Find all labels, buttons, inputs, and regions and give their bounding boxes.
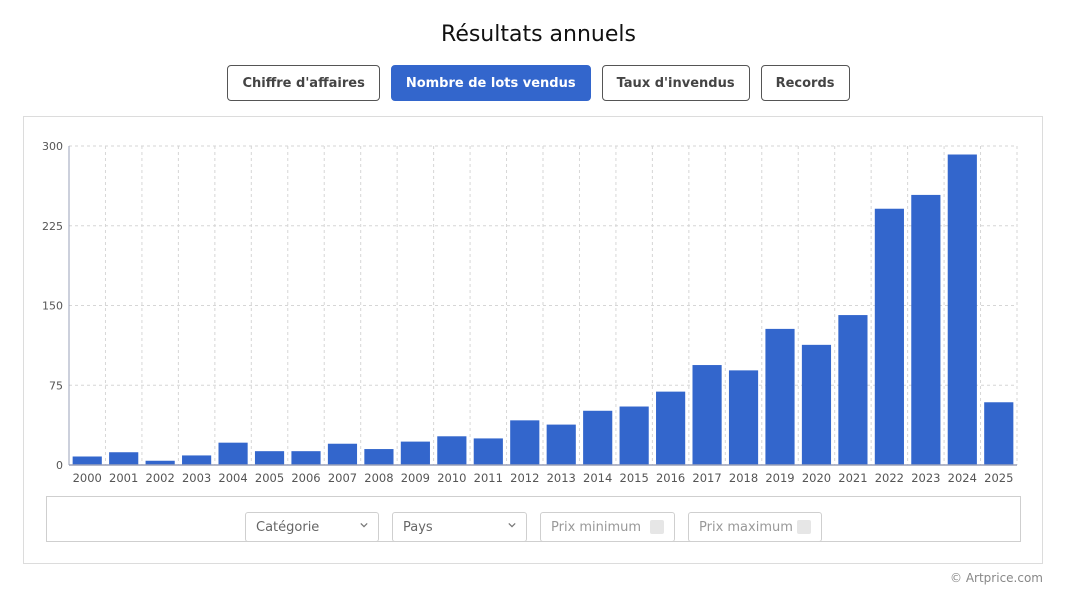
stepper-icon[interactable] [797,520,811,534]
bar [182,455,212,465]
chevron-down-icon [508,522,516,528]
bar [984,402,1014,465]
x-tick-label: 2014 [583,471,612,485]
x-tick-label: 2022 [875,471,904,485]
tab-lots-sold[interactable]: Nombre de lots vendus [390,65,591,101]
bar [546,424,576,465]
x-tick-label: 2004 [218,471,247,485]
bar [692,365,722,465]
bar [510,420,540,465]
bar [838,315,868,465]
bar [728,370,759,465]
bar [801,344,832,465]
bar [473,438,503,465]
copyright-text: © Artprice.com [950,571,1043,585]
category-select-label: Catégorie [256,519,320,535]
x-tick-label: 2000 [73,471,102,485]
max-price-input[interactable]: Prix maximum [688,512,822,542]
chevron-down-icon [360,522,368,528]
bar [437,436,467,465]
category-select[interactable]: Catégorie [245,512,379,542]
bar [947,154,977,466]
bar [583,410,613,465]
min-price-input[interactable]: Prix minimum [540,512,675,542]
y-tick-label: 0 [56,459,63,472]
x-tick-label: 2020 [802,471,831,485]
x-tick-label: 2016 [656,471,685,485]
tab-turnover[interactable]: Chiffre d'affaires [227,65,380,101]
x-tick-label: 2005 [255,471,284,485]
tab-bar: Chiffre d'affaires Nombre de lots vendus… [0,65,1077,101]
x-tick-label: 2007 [328,471,357,485]
x-tick-label: 2019 [765,471,794,485]
x-tick-label: 2002 [146,471,175,485]
bar [291,451,321,465]
max-price-placeholder: Prix maximum [699,519,793,535]
bar [218,442,248,465]
x-tick-label: 2003 [182,471,211,485]
y-tick-label: 225 [42,220,63,233]
x-tick-label: 2017 [692,471,721,485]
min-price-placeholder: Prix minimum [551,519,642,535]
x-tick-label: 2008 [364,471,393,485]
bar [254,451,285,465]
tab-unsold-rate[interactable]: Taux d'invendus [601,65,750,101]
y-tick-label: 150 [42,300,63,313]
x-tick-label: 2024 [948,471,977,485]
bar [72,456,102,465]
bar [109,452,139,465]
x-tick-label: 2025 [984,471,1013,485]
x-tick-label: 2021 [838,471,867,485]
x-tick-label: 2012 [510,471,539,485]
y-tick-label: 75 [49,379,63,392]
x-tick-label: 2006 [291,471,320,485]
bar [400,441,430,465]
y-tick-label: 300 [42,140,63,153]
x-tick-label: 2023 [911,471,940,485]
bar [364,449,394,465]
bar [619,406,649,465]
bar [327,443,358,465]
x-tick-label: 2013 [547,471,576,485]
x-tick-label: 2001 [109,471,138,485]
x-tick-label: 2018 [729,471,758,485]
x-tick-label: 2011 [474,471,503,485]
x-tick-label: 2009 [401,471,430,485]
stepper-icon[interactable] [650,520,664,534]
filter-bar: Catégorie Pays Prix minimum Prix maximum [46,496,1021,542]
country-select-label: Pays [403,519,433,535]
bar [656,391,686,465]
country-select[interactable]: Pays [392,512,527,542]
bar [874,208,904,465]
bar-chart: 0 75 150 225 300 2000 2001 2002 2003 2004 2005 2006… [42,140,1018,485]
bar [765,328,795,465]
x-tick-label: 2015 [620,471,649,485]
bar [911,194,941,465]
tab-records[interactable]: Records [760,65,850,101]
chart-title: Résultats annuels [441,22,636,47]
x-tick-label: 2010 [437,471,466,485]
